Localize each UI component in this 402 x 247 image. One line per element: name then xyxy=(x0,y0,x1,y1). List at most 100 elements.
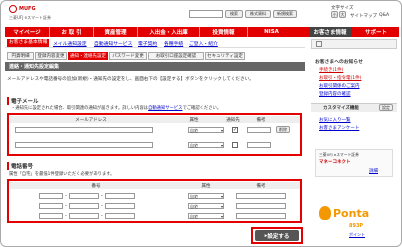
phone-attr-value-2: 自宅 xyxy=(190,204,198,209)
email-note-text: ・通知先に設定された場合、取引関連の通知が届きます。詳しい内容は xyxy=(11,106,149,111)
phone-attr-value-3: 自宅 xyxy=(190,214,198,219)
email-attr-select-1[interactable]: 自宅 ▾ xyxy=(188,127,224,133)
notice-title: お客さまへのお知らせ xyxy=(315,60,363,65)
dash: - xyxy=(65,213,67,219)
tab-account-settings[interactable]: お取引口座設定確認 xyxy=(148,52,204,60)
customize-label: カスタマイズ機能 xyxy=(323,106,359,111)
email-note: ・通知先に設定された場合、取引関連の通知が届きます。詳しい内容は自動通知サービス… xyxy=(11,105,221,111)
phone-2-part-3[interactable] xyxy=(105,203,135,209)
phone-1-part-2[interactable] xyxy=(69,193,99,199)
tab-yen-detail[interactable]: 円貨明細 xyxy=(7,52,34,60)
phone-header-attr: 属性 xyxy=(201,184,211,189)
money-connect-title: 三菱UFJ eスマート証券 xyxy=(319,152,359,157)
email-attr-value-1: 自宅 xyxy=(190,128,198,133)
qa-link[interactable]: Q&A xyxy=(379,13,389,18)
tab-security-settings[interactable]: セキュリティ設定 xyxy=(205,52,245,60)
right-tabs xyxy=(311,39,397,49)
font-small-button[interactable]: 小 xyxy=(331,11,338,18)
phone-note-input-1[interactable] xyxy=(236,193,286,199)
grid-icon xyxy=(316,41,322,47)
email-notify-checkbox-1[interactable]: ✓ xyxy=(232,127,238,133)
survey-link[interactable]: お客さまアンケート xyxy=(319,125,359,131)
subnav-e-contract[interactable]: 電子契約 xyxy=(138,40,157,47)
subnav-procedures[interactable]: 各種手続 xyxy=(164,40,183,47)
nav-tab-assets[interactable]: 資産管理 xyxy=(93,27,137,37)
subnav-referral[interactable]: ご登入・紹介 xyxy=(189,40,218,47)
phone-attr-select-2[interactable]: 自宅 ▾ xyxy=(188,203,224,209)
tab-registration-change[interactable]: 登録内容変更 xyxy=(35,52,67,60)
phone-1-part-1[interactable] xyxy=(39,193,63,199)
phone-header-note: 備考 xyxy=(256,184,266,189)
email-input-2[interactable] xyxy=(15,142,153,148)
email-note-input-2[interactable] xyxy=(247,142,271,148)
dash: - xyxy=(65,193,67,199)
nav-tab-mypage[interactable]: マイページ xyxy=(5,27,49,37)
dash: - xyxy=(101,193,103,199)
dash: - xyxy=(65,203,67,209)
brand-sub: 三菱UFJ eスマート証券 xyxy=(9,15,52,20)
notice-trade[interactable]: お取引・指令電(1件) xyxy=(319,75,361,81)
notice-guide[interactable]: お取引関係のご案内 xyxy=(319,83,360,89)
email-attr-select-2[interactable]: 自宅 ▾ xyxy=(188,142,224,148)
ponta-logo: Ponta xyxy=(333,207,370,220)
search-input[interactable] xyxy=(189,10,223,18)
favorites-link[interactable]: お気に入り一覧 xyxy=(319,117,351,123)
dash: - xyxy=(101,213,103,219)
phone-note-input-2[interactable] xyxy=(236,203,286,209)
stock-data-button[interactable]: 株式資料 xyxy=(245,10,271,18)
nav-tab-nisa[interactable]: NISA xyxy=(247,27,295,37)
ponta-link[interactable]: ポイント xyxy=(349,232,365,238)
email-delete-button-1[interactable]: 削除 xyxy=(276,126,290,133)
notice-confirm[interactable]: 登録内容の確認 xyxy=(319,91,351,97)
email-input-1[interactable] xyxy=(15,127,153,133)
email-note-text-end: でご確認ください。 xyxy=(182,106,222,111)
submit-button[interactable]: ▸ 設定する xyxy=(255,230,299,241)
chevron-down-icon: ▾ xyxy=(220,214,223,219)
tab-password-change[interactable]: パスワード変更 xyxy=(109,52,147,60)
email-section-title: 電子メール xyxy=(7,97,39,105)
phone-2-part-1[interactable] xyxy=(39,203,63,209)
dash: - xyxy=(101,203,103,209)
phone-section-title: 電話番号 xyxy=(7,162,33,170)
nav-tab-info[interactable]: 投資情報 xyxy=(199,27,247,37)
section-title: 連絡・通知先設定編集 xyxy=(9,64,60,70)
phone-note-input-3[interactable] xyxy=(236,213,286,219)
ponta-character-icon xyxy=(319,206,331,220)
phone-3-part-3[interactable] xyxy=(105,213,135,219)
phone-attr-value-1: 自宅 xyxy=(190,194,198,199)
phone-note: 属性「自宅」を最低1件登録いただく必要があります。 xyxy=(9,172,115,177)
phone-3-part-1[interactable] xyxy=(39,213,63,219)
money-connect-detail[interactable]: 詳細 xyxy=(369,168,378,174)
font-large-button[interactable]: 大 xyxy=(339,11,346,18)
email-attr-value-2: 自宅 xyxy=(190,143,198,148)
subnav-basic-info[interactable]: お客さま基本情報 xyxy=(7,39,50,47)
email-header-attr: 属性 xyxy=(189,118,199,123)
auto-notify-link[interactable]: 自動通知サービス xyxy=(148,106,182,111)
phone-attr-select-1[interactable]: 自宅 ▾ xyxy=(188,193,224,199)
tab-notify-contact[interactable]: 通知・連絡先設定 xyxy=(68,52,108,60)
sitemap-link[interactable]: サイトマップ xyxy=(350,13,377,19)
subnav-auto-notify[interactable]: 自動通知サービス xyxy=(94,40,132,47)
brand-name: MUFG xyxy=(19,6,36,12)
mufg-logo-icon xyxy=(9,5,17,13)
notice-procedures[interactable]: 手続き(1件) xyxy=(319,67,343,73)
email-header-note: 備考 xyxy=(256,118,266,123)
subnav-mail-settings[interactable]: メイル通知設定 xyxy=(53,40,87,47)
phone-2-part-2[interactable] xyxy=(69,203,99,209)
nav-tab-support[interactable]: サポート xyxy=(353,27,399,37)
browser-frame: MUFG 三菱UFJ eスマート証券 検索 株式資料 新規検索 文字サイズ 小 … xyxy=(0,0,402,247)
phone-1-part-3[interactable] xyxy=(105,193,135,199)
email-header-address: メールアドレス xyxy=(75,118,107,123)
email-note-input-1[interactable] xyxy=(247,127,271,133)
nav-tab-customer[interactable]: お客さま情報 xyxy=(309,27,351,37)
nav-tab-trade[interactable]: お 取 引 xyxy=(49,27,93,37)
search-button[interactable]: 検索 xyxy=(225,10,243,18)
phone-attr-select-3[interactable]: 自宅 ▾ xyxy=(188,213,224,219)
nav-tab-deposit[interactable]: 入出金・入出庫 xyxy=(137,27,199,37)
new-search-button[interactable]: 新規検索 xyxy=(273,10,297,18)
chevron-down-icon: ▾ xyxy=(220,204,223,209)
ponta-points: 893P xyxy=(349,223,364,229)
phone-3-part-2[interactable] xyxy=(69,213,99,219)
email-notify-checkbox-2[interactable] xyxy=(232,142,238,148)
customize-button[interactable]: 設定 xyxy=(379,104,393,111)
